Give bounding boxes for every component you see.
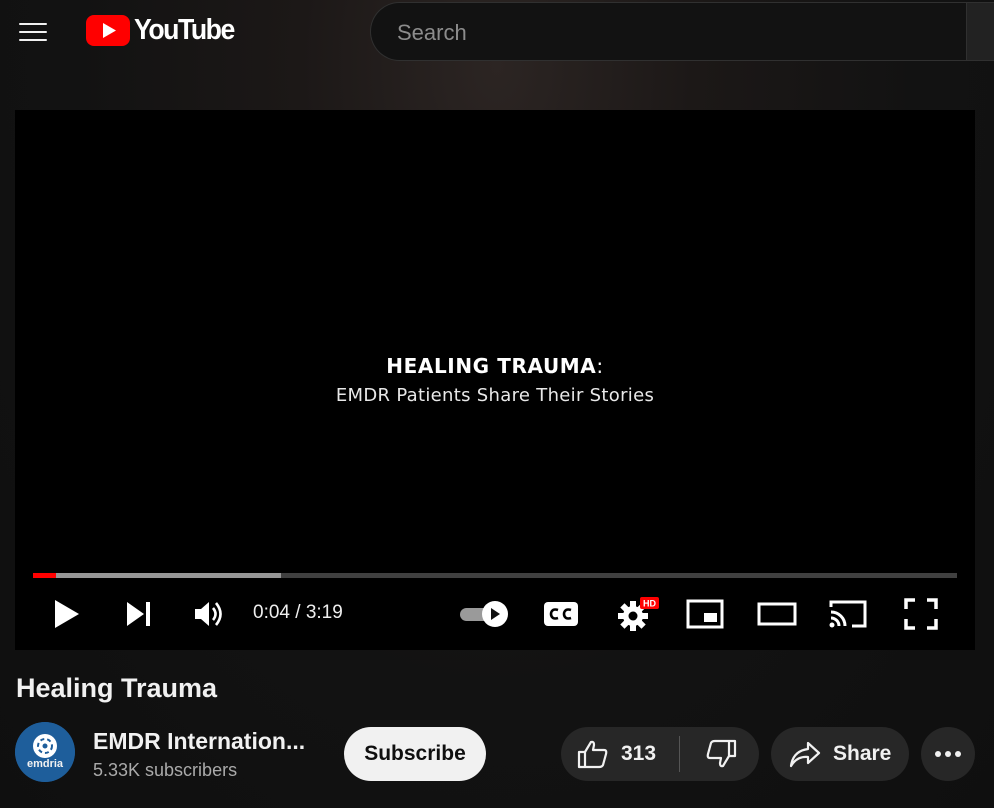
time-display: 0:04 / 3:19: [253, 602, 343, 623]
channel-avatar[interactable]: emdria: [15, 722, 75, 782]
more-actions-button[interactable]: [921, 727, 975, 781]
channel-name[interactable]: EMDR Internation...: [93, 728, 305, 755]
autoplay-toggle[interactable]: [455, 592, 513, 636]
miniplayer-icon: [686, 599, 724, 629]
video-overlay-title: HEALING TRAUMA:: [15, 354, 975, 378]
theater-icon: [757, 602, 797, 626]
like-count: 313: [621, 742, 657, 765]
logo-wordmark: YouTube: [134, 14, 235, 46]
autoplay-toggle-icon: [460, 601, 508, 627]
thumbs-up-icon: [577, 740, 608, 769]
video-player[interactable]: HEALING TRAUMA: EMDR Patients Share Thei…: [15, 110, 975, 650]
share-label: Share: [833, 742, 892, 765]
youtube-play-logo-icon: [86, 15, 130, 46]
cc-icon: [544, 602, 578, 626]
dislike-button[interactable]: [691, 727, 751, 781]
share-arrow-icon: [789, 741, 821, 768]
subscriber-count: 5.33K subscribers: [93, 760, 238, 780]
hd-badge-label: HD: [643, 599, 656, 609]
fullscreen-button[interactable]: [899, 592, 943, 636]
overlay-title-text: HEALING TRAUMA: [386, 354, 597, 378]
progress-bar[interactable]: [33, 573, 957, 578]
next-button[interactable]: [117, 592, 161, 636]
youtube-logo[interactable]: YouTube: [86, 14, 243, 47]
progress-buffered: [33, 573, 281, 578]
theater-mode-button[interactable]: [755, 592, 799, 636]
volume-icon: [195, 602, 222, 626]
gear-icon: HD: [618, 597, 659, 631]
next-icon: [127, 602, 150, 626]
like-button[interactable]: 313: [561, 727, 656, 781]
captions-button[interactable]: [539, 592, 583, 636]
video-title: Healing Trauma: [16, 673, 218, 703]
like-dislike-group: 313: [561, 727, 759, 781]
miniplayer-button[interactable]: [683, 592, 727, 636]
video-overlay-subtitle: EMDR Patients Share Their Stories: [335, 385, 655, 406]
play-icon: [55, 600, 79, 628]
cast-button[interactable]: [826, 592, 870, 636]
mute-button[interactable]: [187, 592, 231, 636]
youtube-watch-page: YouTube HEALING TRAUMA: EMDR Patients Sh…: [0, 0, 994, 808]
share-button[interactable]: Share: [771, 727, 909, 781]
channel-logo-icon: emdria: [15, 722, 75, 782]
avatar-text: emdria: [27, 758, 64, 770]
more-horizontal-icon: [935, 751, 961, 757]
settings-button[interactable]: HD: [611, 592, 661, 636]
menu-button[interactable]: [12, 14, 54, 50]
cast-icon: [829, 600, 867, 628]
subscribe-button[interactable]: Subscribe: [344, 727, 486, 781]
hamburger-icon: [19, 39, 47, 41]
fullscreen-icon: [904, 598, 938, 630]
search-button[interactable]: [966, 2, 994, 61]
search-input[interactable]: [395, 3, 959, 62]
play-button[interactable]: [45, 592, 89, 636]
search-box: [370, 2, 966, 62]
progress-played: [33, 573, 56, 578]
thumbs-down-icon: [706, 739, 737, 768]
hamburger-icon: [19, 23, 47, 25]
hamburger-icon: [19, 31, 47, 33]
like-divider: [679, 736, 680, 772]
overlay-title-colon: :: [596, 354, 604, 378]
